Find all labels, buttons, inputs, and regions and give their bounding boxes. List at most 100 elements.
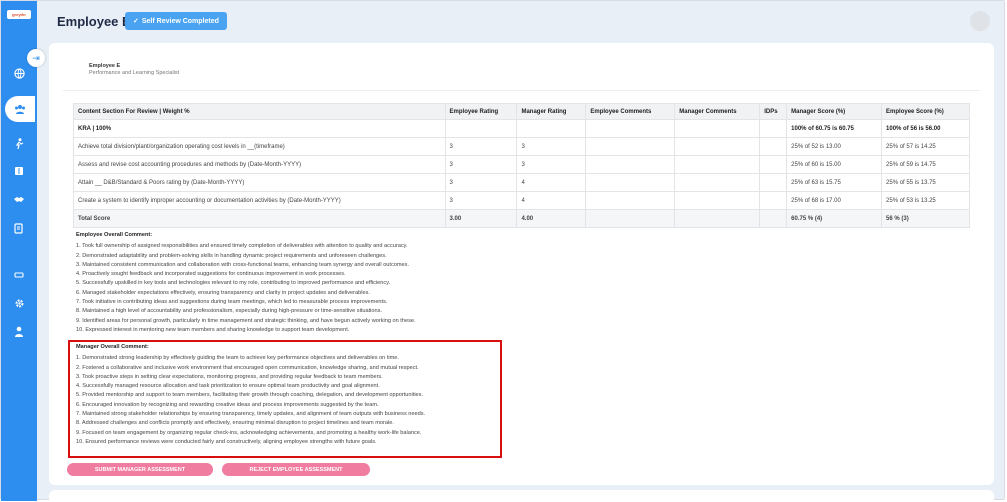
column-header: Employee Rating <box>444 103 518 120</box>
handshake-icon[interactable] <box>11 191 27 207</box>
table-row: Create a system to identify improper acc… <box>73 191 970 210</box>
table-cell <box>585 119 676 138</box>
comment-line: 4. Successfully managed resource allocat… <box>76 383 380 390</box>
comment-line: 7. Maintained strong stakeholder relatio… <box>76 411 426 418</box>
column-header: Manager Rating <box>516 103 587 120</box>
divider <box>63 90 980 91</box>
team-icon[interactable] <box>5 96 35 122</box>
table-cell[interactable] <box>585 137 676 156</box>
table-cell <box>674 209 761 228</box>
table-cell: 25% of 52 is 13.00 <box>786 137 883 156</box>
submit-manager-assessment-button[interactable]: SUBMIT MANAGER ASSESSMENT <box>67 463 213 476</box>
table-cell[interactable] <box>674 155 761 174</box>
table-cell: 4.00 <box>516 209 587 228</box>
table-cell: 3 <box>516 155 587 174</box>
tray-icon[interactable] <box>11 267 27 283</box>
comment-line: 1. Demonstrated strong leadership by eff… <box>76 355 399 362</box>
table-cell: 3 <box>444 191 518 210</box>
table-cell[interactable] <box>585 173 676 192</box>
collapse-sidebar-icon[interactable]: ⇥ <box>27 49 45 67</box>
globe-icon[interactable] <box>11 65 27 81</box>
manager-overall-comment: Manager Overall Comment: 1. Demonstrated… <box>76 343 425 447</box>
page-header: Employee E ✓ Self Review Completed <box>37 1 1004 41</box>
comment-line: 7. Took initiative in contributing ideas… <box>76 299 388 306</box>
column-header: Employee Comments <box>585 103 676 120</box>
user-icon[interactable] <box>11 323 27 339</box>
check-icon: ✓ <box>133 18 139 25</box>
sidebar: greythr <box>1 1 37 501</box>
comment-line: 8. Addressed challenges and conflicts pr… <box>76 420 394 427</box>
table-cell: Total Score <box>73 209 446 228</box>
column-header: Manager Comments <box>674 103 761 120</box>
table-cell[interactable] <box>585 191 676 210</box>
table-cell <box>759 173 788 192</box>
table-cell: 60.75 % (4) <box>786 209 883 228</box>
table-cell[interactable] <box>674 137 761 156</box>
table-cell[interactable] <box>674 173 761 192</box>
app-frame: greythr ⇥ Employee E ✓ Self Review Compl… <box>0 0 1005 501</box>
comment-line: 8. Maintained a high level of accountabi… <box>76 308 382 315</box>
table-cell <box>759 155 788 174</box>
comment-line: 9. Focused on team engagement by organiz… <box>76 429 422 436</box>
table-cell <box>759 191 788 210</box>
table-cell: 3 <box>516 137 587 156</box>
avatar[interactable] <box>970 11 990 31</box>
table-cell <box>759 209 788 228</box>
comment-line: 2. Demonstrated adaptability and problem… <box>76 252 387 259</box>
table-cell: 3 <box>444 173 518 192</box>
table-cell: 3.00 <box>444 209 518 228</box>
table-cell: 25% of 55 is 13.75 <box>881 173 970 192</box>
table-cell <box>516 119 587 138</box>
comment-line: 3. Took proactive steps in setting clear… <box>76 373 383 380</box>
document-edit-icon[interactable] <box>11 220 27 236</box>
comment-line: 9. Identified areas for personal growth,… <box>76 317 416 324</box>
table-cell: Assess and revise cost accounting proced… <box>73 155 446 174</box>
table-cell: Create a system to identify improper acc… <box>73 191 446 210</box>
page-title: Employee E <box>57 14 131 29</box>
comment-line: 2. Fostered a collaborative and inclusiv… <box>76 364 419 371</box>
table-cell: Attain __ D&B/Standard & Poors rating by… <box>73 173 446 192</box>
column-header: Employee Score (%) <box>881 103 970 120</box>
table-cell: 25% of 68 is 17.00 <box>786 191 883 210</box>
table-cell <box>674 119 761 138</box>
table-row: Achieve total division/plant/organizatio… <box>73 137 970 156</box>
table-cell <box>585 209 676 228</box>
table-cell: 56 % (3) <box>881 209 970 228</box>
table-cell: 25% of 57 is 14.25 <box>881 137 970 156</box>
footer-card <box>49 490 994 501</box>
reject-employee-assessment-button[interactable]: REJECT EMPLOYEE ASSESSMENT <box>222 463 370 476</box>
review-card: Employee E Performance and Learning Spec… <box>49 43 994 485</box>
comment-line: 1. Took full ownership of assigned respo… <box>76 243 408 250</box>
table-cell: 25% of 60 is 15.00 <box>786 155 883 174</box>
gear-icon[interactable] <box>11 295 27 311</box>
employee-overall-comment: Employee Overall Comment: 1. Took full o… <box>76 231 416 335</box>
kra-row: KRA | 100% 100% of 60.75 is 60.75 100% o… <box>73 119 970 138</box>
employee-name: Employee E <box>89 63 121 69</box>
table-cell: 100% of 56 is 56.00 <box>881 119 970 138</box>
book-icon[interactable] <box>11 163 27 179</box>
table-cell <box>759 137 788 156</box>
table-cell <box>444 119 518 138</box>
table-row: Assess and revise cost accounting proced… <box>73 155 970 174</box>
employee-comment-heading: Employee Overall Comment: <box>76 232 153 238</box>
table-cell: Achieve total division/plant/organizatio… <box>73 137 446 156</box>
brand-logo[interactable]: greythr <box>7 10 31 19</box>
comment-line: 6. Managed stakeholder expectations effe… <box>76 289 370 296</box>
column-header: Content Section For Review | Weight % <box>73 103 446 120</box>
column-header: IDPs <box>759 103 788 120</box>
comment-line: 10. Expressed interest in mentoring new … <box>76 326 350 333</box>
table-cell[interactable] <box>585 155 676 174</box>
table-cell: 25% of 63 is 15.75 <box>786 173 883 192</box>
table-cell: 3 <box>444 155 518 174</box>
column-header: Manager Score (%) <box>786 103 883 120</box>
table-cell: 25% of 59 is 14.75 <box>881 155 970 174</box>
table-cell[interactable] <box>674 191 761 210</box>
employee-role: Performance and Learning Specialist <box>89 70 180 76</box>
comment-line: 5. Provided mentorship and support to te… <box>76 392 424 399</box>
table-row: Attain __ D&B/Standard & Poors rating by… <box>73 173 970 192</box>
status-badge-label: Self Review Completed <box>141 17 219 25</box>
table-cell: 4 <box>516 173 587 192</box>
review-table: Content Section For Review | Weight % Em… <box>73 103 970 228</box>
person-run-icon[interactable] <box>11 135 27 151</box>
manager-comment-heading: Manager Overall Comment: <box>76 344 149 350</box>
